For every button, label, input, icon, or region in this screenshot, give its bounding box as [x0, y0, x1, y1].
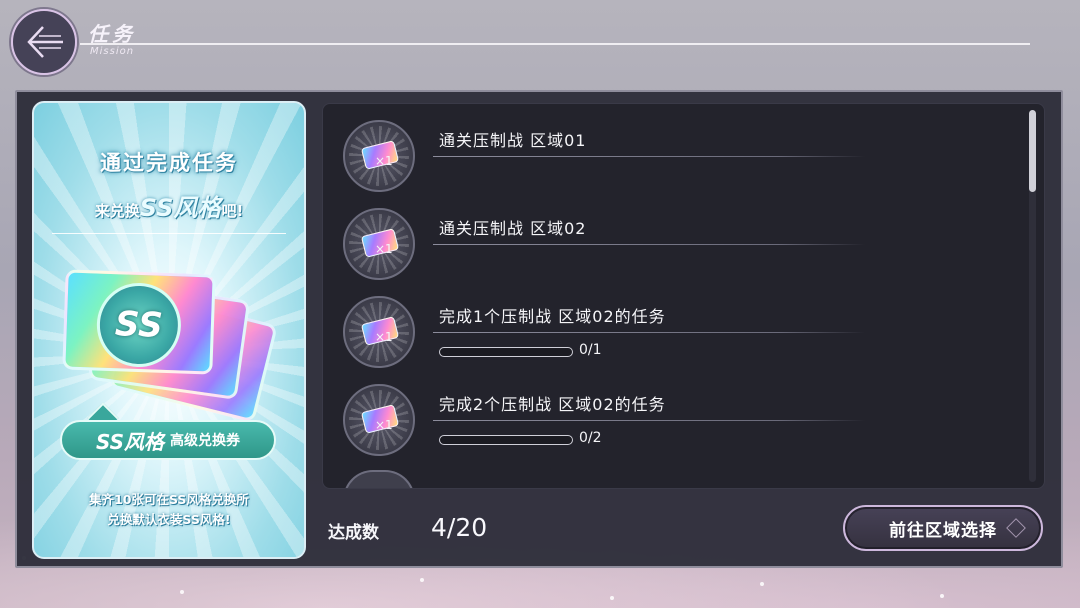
- mission-title: 完成2个压制战 区域02的任务: [439, 395, 666, 414]
- mission-divider: [433, 332, 865, 333]
- promo-description: 集齐10张可在SS风格兑换所 兑换默认衣装SS风格!: [32, 490, 306, 530]
- promo-subheadline: 来兑换SS风格吧!: [32, 188, 306, 223]
- reward-count: ×1: [375, 330, 393, 344]
- item-name-main: SS风格: [95, 429, 165, 454]
- mission-divider: [433, 244, 865, 245]
- promo-subheadline-suffix: 吧!: [221, 202, 244, 220]
- ticket-image: SS: [58, 269, 288, 423]
- reward-count: ×1: [375, 154, 393, 168]
- progress-text: 0/2: [579, 430, 602, 446]
- go-to-area-select-button[interactable]: 前往区域选择: [843, 505, 1043, 551]
- promo-headline: 通过完成任务: [100, 151, 238, 175]
- mission-divider: [433, 156, 865, 157]
- progress-bar: [439, 347, 573, 357]
- page-subtitle: Mission: [90, 46, 135, 57]
- go-to-area-select-label: 前往区域选择: [889, 520, 997, 541]
- mission-title: 通关压制战 区域02: [439, 219, 587, 238]
- mission-list[interactable]: ×1 通关压制战 区域01 ×1 通关压制战 区域02 ×1 完成1个压制战 区…: [322, 103, 1045, 489]
- mission-item[interactable]: ×1 完成2个压制战 区域02的任务 0/2: [323, 368, 1023, 456]
- mission-item[interactable]: ×1 通关压制战 区域01: [323, 104, 1023, 192]
- mission-title: 通关压制战 区域01: [439, 131, 587, 150]
- promo-divider: [52, 233, 286, 234]
- achievement-count: 4/20: [431, 513, 488, 542]
- next-reward-icon-partial: [343, 470, 415, 488]
- item-name-sub: 高级兑换券: [170, 433, 241, 449]
- progress-text: 0/1: [579, 342, 602, 358]
- mission-item[interactable]: ×1 完成1个压制战 区域02的任务 0/1: [323, 280, 1023, 368]
- promo-description-line1: 集齐10张可在SS风格兑换所: [89, 492, 249, 507]
- sparkle: [420, 578, 424, 582]
- sparkle: [940, 594, 944, 598]
- mission-divider: [433, 420, 865, 421]
- sparkle: [610, 596, 614, 600]
- sparkle: [180, 590, 184, 594]
- button-deco-icon: [1006, 518, 1026, 538]
- scrollbar-thumb[interactable]: [1029, 110, 1036, 192]
- ticket-front: SS: [62, 269, 216, 375]
- back-arrow-icon: [27, 26, 63, 58]
- promo-subheadline-emphasis: SS风格: [139, 194, 222, 222]
- reward-count: ×1: [375, 418, 393, 432]
- ss-medal-icon: SS: [95, 281, 183, 369]
- promo-subheadline-prefix: 来兑换: [94, 202, 140, 220]
- mission-title: 完成1个压制战 区域02的任务: [439, 307, 666, 326]
- back-button[interactable]: [11, 9, 77, 75]
- progress-bar: [439, 435, 573, 445]
- mission-list-scrollbar[interactable]: [1029, 110, 1036, 482]
- achievement-label: 达成数: [328, 523, 379, 543]
- mission-item[interactable]: ×1 通关压制战 区域02: [323, 192, 1023, 280]
- reward-count: ×1: [375, 242, 393, 256]
- header-divider: [80, 43, 1030, 45]
- item-name-badge: SS风格 高级兑换券: [60, 420, 276, 460]
- promo-description-line2: 兑换默认衣装SS风格!: [107, 512, 231, 527]
- sparkle: [760, 582, 764, 586]
